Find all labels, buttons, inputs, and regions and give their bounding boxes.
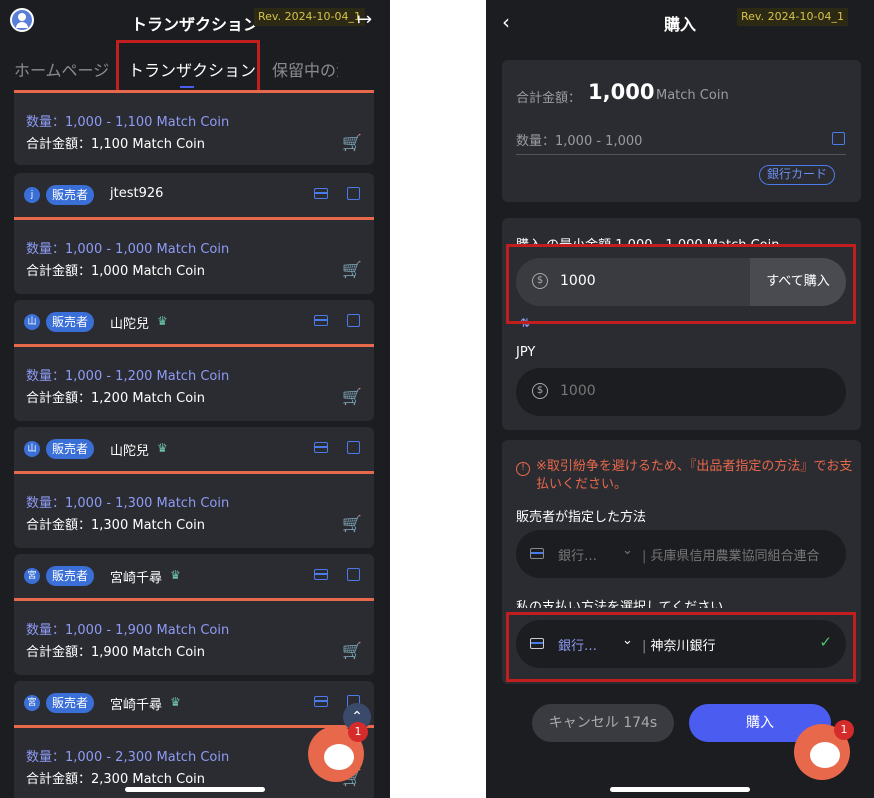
seller-avatar: 宮 bbox=[24, 568, 40, 584]
my-method-label: 私の支払い方法を選択してください bbox=[516, 600, 724, 608]
warning-text: ※取引紛争を避けるため、『出品者指定の方法』でお支払いください。 bbox=[536, 459, 853, 492]
form-icon[interactable] bbox=[347, 441, 360, 454]
highlight-box bbox=[116, 40, 260, 94]
chevron-down-icon: ⌄ bbox=[622, 543, 633, 558]
seller-role-badge: 販売者 bbox=[46, 566, 95, 586]
seller-method-label: 販売者が指定した方法 bbox=[516, 510, 647, 525]
total-amount: 合計金額：1,000 Match Coin bbox=[26, 264, 206, 279]
chat-badge: 1 bbox=[348, 722, 368, 742]
cancel-button[interactable]: キャンセル 174s bbox=[532, 704, 674, 742]
form-icon[interactable] bbox=[347, 568, 360, 581]
home-indicator bbox=[610, 787, 750, 792]
cart-icon[interactable]: 🛒 bbox=[342, 260, 362, 279]
cart-icon[interactable]: 🛒 bbox=[342, 641, 362, 660]
seller-method-bank: | 兵庫県信用農業協同組合連合 bbox=[642, 549, 820, 564]
seller-row[interactable]: 宮販売者 宮崎千尋 ♛ bbox=[14, 681, 374, 725]
list-item[interactable]: 数量：1,000 - 1,000 Match Coin 合計金額：1,000 Ma… bbox=[14, 220, 374, 294]
list-item[interactable]: 数量：1,000 - 1,900 Match Coin 合計金額：1,900 Ma… bbox=[14, 601, 374, 675]
seller-name[interactable]: 宮崎千尋 bbox=[110, 567, 162, 586]
seller-name[interactable]: 山陀兒 bbox=[110, 313, 149, 332]
header: ‹ 購入 Rev. 2024-10-04_1 bbox=[486, 0, 874, 46]
bank-card-icon[interactable] bbox=[314, 442, 328, 453]
seller-name[interactable]: 宮崎千尋 bbox=[110, 694, 162, 713]
seller-name[interactable]: 山陀兒 bbox=[110, 440, 149, 459]
quantity-range: 数量：1,000 - 1,000 Match Coin bbox=[26, 242, 230, 257]
page-title: 購入 bbox=[664, 15, 697, 34]
highlight-box bbox=[506, 612, 856, 682]
cart-icon[interactable]: 🛒 bbox=[342, 387, 362, 406]
seller-row[interactable]: j 販売者 jtest926 bbox=[14, 173, 374, 217]
transactions-screen: トランザクション Rev. 2024-10-04_1 ↦ ホームページ トランザ… bbox=[0, 0, 390, 798]
form-icon[interactable] bbox=[832, 132, 845, 145]
crown-icon: ♛ bbox=[157, 441, 168, 455]
home-indicator bbox=[125, 787, 265, 792]
quantity-range: 数量：1,000 - 2,300 Match Coin bbox=[26, 750, 230, 765]
total-value: 1,000 bbox=[588, 80, 655, 104]
total-amount: 合計金額：1,200 Match Coin bbox=[26, 391, 206, 406]
total-unit: Match Coin bbox=[656, 88, 729, 103]
seller-name[interactable]: jtest926 bbox=[110, 186, 163, 201]
back-chevron-icon[interactable]: ‹ bbox=[502, 10, 510, 34]
tab-pending[interactable]: 保留中の注 bbox=[272, 57, 338, 81]
bank-card-chip[interactable]: 銀行カード bbox=[759, 165, 836, 185]
bank-card-icon[interactable] bbox=[314, 569, 328, 580]
seller-role-badge: 販売者 bbox=[46, 312, 95, 332]
bank-icon bbox=[530, 548, 544, 559]
list-item[interactable]: 数量：1,000 - 1,300 Match Coin 合計金額：1,300 Ma… bbox=[14, 474, 374, 548]
quantity-range: 数量：1,000 - 1,900 Match Coin bbox=[26, 623, 230, 638]
seller-role-badge: 販売者 bbox=[46, 439, 95, 459]
cart-icon[interactable]: 🛒 bbox=[342, 514, 362, 533]
highlight-box bbox=[506, 244, 856, 324]
seller-avatar: j bbox=[24, 187, 40, 203]
seller-method-field: 銀行… ⌄ | 兵庫県信用農業協同組合連合 bbox=[516, 530, 846, 578]
page-title: トランザクション bbox=[131, 15, 260, 34]
cart-icon[interactable]: 🛒 bbox=[342, 133, 362, 152]
seller-avatar: 宮 bbox=[24, 695, 40, 711]
seller-method-type: 銀行… bbox=[558, 549, 598, 564]
seller-role-badge: 販売者 bbox=[46, 185, 95, 205]
seller-row[interactable]: 山販売者 山陀兒 ♛ bbox=[14, 427, 374, 471]
seller-row[interactable]: 山販売者 山陀兒 ♛ bbox=[14, 300, 374, 344]
total-amount: 合計金額：2,300 Match Coin bbox=[26, 772, 206, 787]
list-item[interactable]: 数量：1,000 - 1,100 Match Coin 合計金額：1,100 M… bbox=[14, 93, 374, 165]
seller-bank-name: 兵庫県信用農業協同組合連合 bbox=[650, 549, 820, 564]
list-item[interactable]: 数量：1,000 - 1,200 Match Coin 合計金額：1,200 Ma… bbox=[14, 347, 374, 421]
total-label: 合計金額： bbox=[516, 91, 582, 106]
crown-icon: ♛ bbox=[170, 695, 181, 709]
quantity-range: 数量：1,000 - 1,300 Match Coin bbox=[26, 496, 230, 511]
revision-badge: Rev. 2024-10-04_1 bbox=[254, 8, 365, 26]
seller-role-badge: 販売者 bbox=[46, 693, 95, 713]
purchase-screen: ‹ 購入 Rev. 2024-10-04_1 合計金額： 1,000 Match… bbox=[486, 0, 874, 798]
total-amount: 合計金額：1,100 Match Coin bbox=[26, 137, 206, 152]
quantity-label: 数量：1,000 - 1,000 bbox=[516, 134, 643, 149]
jpy-label: JPY bbox=[516, 345, 536, 360]
bank-card-icon[interactable] bbox=[314, 696, 328, 707]
summary-panel: 合計金額： 1,000 Match Coin 数量：1,000 - 1,000 … bbox=[502, 60, 861, 202]
form-icon[interactable] bbox=[347, 187, 360, 200]
form-icon[interactable] bbox=[347, 314, 360, 327]
seller-row[interactable]: 宮販売者 宮崎千尋 ♛ bbox=[14, 554, 374, 598]
bank-card-icon[interactable] bbox=[314, 315, 328, 326]
total-amount: 合計金額：1,300 Match Coin bbox=[26, 518, 206, 533]
total-amount: 合計金額：1,900 Match Coin bbox=[26, 645, 206, 660]
crown-icon: ♛ bbox=[157, 314, 168, 328]
quantity-range: 数量：1,000 - 1,100 Match Coin bbox=[26, 115, 230, 130]
tab-home[interactable]: ホームページ bbox=[14, 57, 109, 81]
quantity-range: 数量：1,000 - 1,200 Match Coin bbox=[26, 369, 230, 384]
coin-icon: $ bbox=[532, 383, 548, 399]
logout-icon[interactable]: ↦ bbox=[357, 10, 377, 30]
jpy-input[interactable]: 1000 bbox=[560, 383, 596, 399]
seller-avatar: 山 bbox=[24, 314, 40, 330]
divider bbox=[516, 154, 846, 155]
warning-icon: ! bbox=[516, 462, 530, 476]
seller-avatar: 山 bbox=[24, 441, 40, 457]
crown-icon: ♛ bbox=[170, 568, 181, 582]
bank-card-icon[interactable] bbox=[314, 188, 328, 199]
revision-badge: Rev. 2024-10-04_1 bbox=[737, 8, 848, 26]
chat-badge: 1 bbox=[834, 720, 854, 740]
jpy-field[interactable]: $ 1000 bbox=[516, 368, 846, 416]
user-avatar-icon[interactable] bbox=[10, 8, 34, 32]
